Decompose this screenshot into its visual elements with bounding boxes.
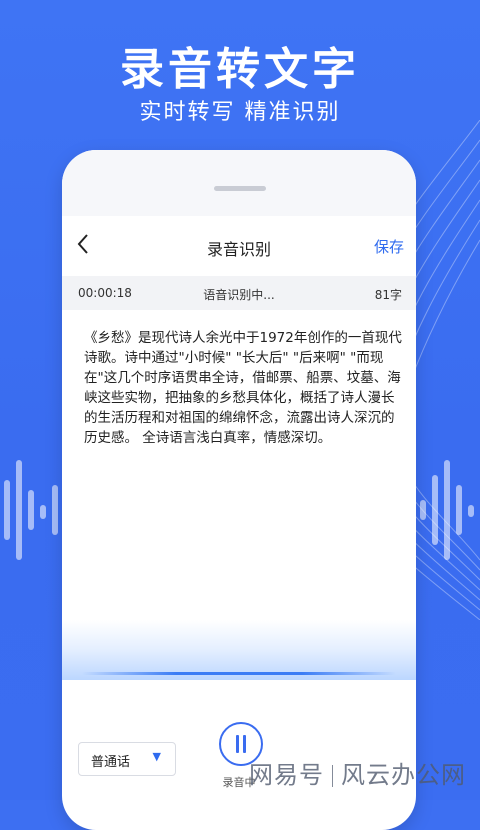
phone-top-bezel	[62, 150, 416, 216]
recognition-status-bar: 00:00:18 语音识别中... 81字	[62, 276, 416, 310]
navigation-bar: 录音识别 保存	[62, 216, 416, 276]
save-button[interactable]: 保存	[374, 236, 404, 257]
watermark-divider	[332, 765, 333, 787]
language-select[interactable]: 普通话 ▼	[78, 742, 176, 776]
waveform-line	[82, 672, 396, 675]
phone-mockup: 录音识别 保存 00:00:18 语音识别中... 81字 《乡愁》是现代诗人余…	[62, 150, 416, 830]
page-title: 录音识别	[206, 240, 271, 259]
recognition-state: 语音识别中...	[203, 288, 275, 302]
transcript-text: 《乡愁》是现代诗人余光中于1972年创作的一首现代诗歌。诗中通过"小时候" "长…	[84, 330, 402, 446]
triangle-down-icon: ▼	[152, 750, 161, 763]
watermark-left: 网易号	[249, 761, 324, 789]
banner-headline: 录音转文字	[120, 44, 360, 95]
language-value: 普通话	[91, 755, 131, 770]
watermark-right: 风云办公网	[341, 761, 466, 789]
watermark: 网易号 风云办公网	[249, 755, 466, 790]
speaker-slot	[214, 186, 266, 191]
waveform-glow	[62, 620, 416, 680]
banner-subline: 实时转写 精准识别	[139, 100, 341, 125]
character-count: 81字	[374, 288, 402, 302]
pause-icon	[234, 735, 248, 753]
